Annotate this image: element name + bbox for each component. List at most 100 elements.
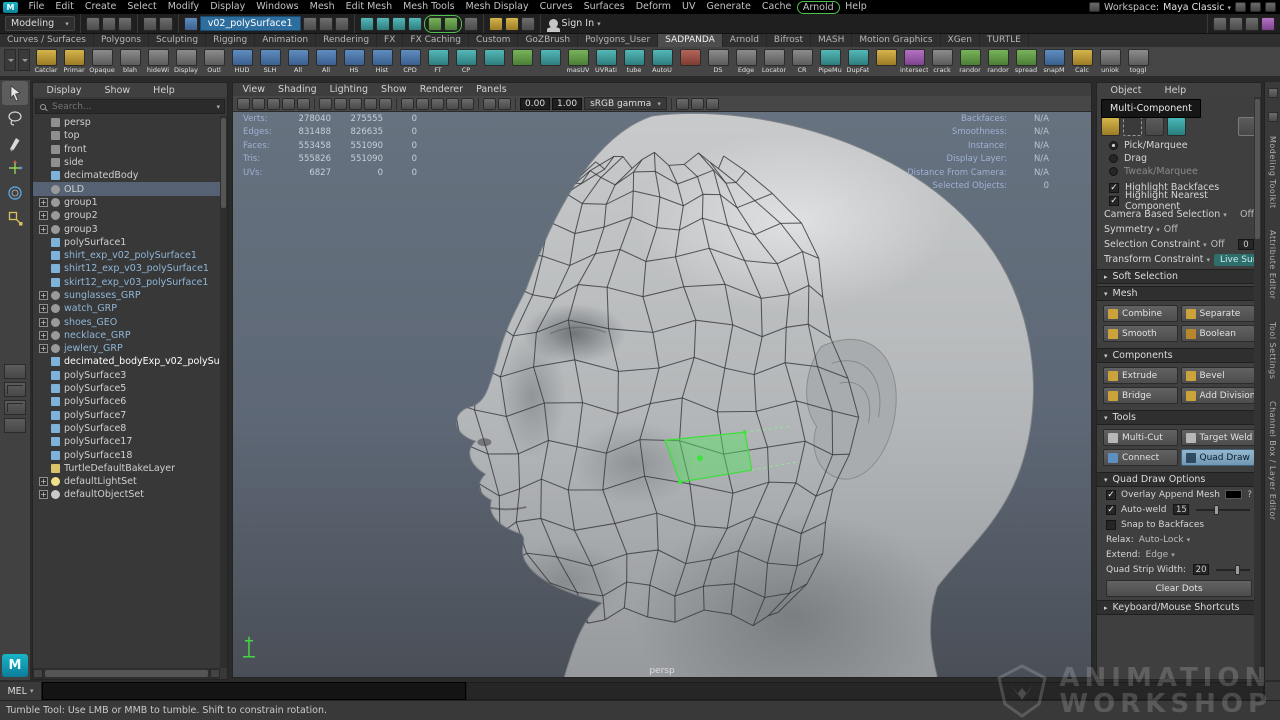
outliner-item[interactable]: polySurface7 bbox=[33, 409, 220, 422]
open-scene-icon[interactable] bbox=[102, 17, 116, 31]
expand-toggle-icon[interactable] bbox=[39, 344, 48, 353]
shelf-button[interactable]: Hist bbox=[368, 49, 396, 74]
face-mode-icon[interactable] bbox=[1145, 117, 1164, 136]
expand-toggle-icon[interactable] bbox=[39, 264, 48, 273]
sidebar-attribute-editor-icon[interactable] bbox=[1229, 17, 1243, 31]
mesh-section-header[interactable]: Mesh bbox=[1097, 286, 1261, 301]
component-tool-button[interactable]: Bevel bbox=[1181, 367, 1256, 384]
expand-toggle-icon[interactable] bbox=[39, 238, 48, 247]
shelf-button[interactable]: Calc bbox=[1068, 49, 1096, 74]
safe-title-icon[interactable] bbox=[461, 98, 474, 110]
mel-input[interactable] bbox=[42, 682, 466, 700]
select-camera-icon[interactable] bbox=[237, 98, 250, 110]
shelf-tab[interactable]: FX bbox=[377, 34, 403, 47]
snap-to-backfaces-row[interactable]: Snap to Backfaces bbox=[1097, 517, 1261, 532]
dock-tab[interactable]: Tool Settings bbox=[1268, 322, 1277, 379]
outliner-item[interactable]: top bbox=[33, 129, 220, 142]
vertex-mode-icon[interactable] bbox=[1101, 117, 1120, 136]
shelf-button[interactable]: HUD bbox=[228, 49, 256, 74]
shelf-button[interactable]: blah bbox=[116, 49, 144, 74]
shelf-button[interactable]: Edge bbox=[732, 49, 760, 74]
outliner-item[interactable]: shirt12_exp_v03_polySurface1 bbox=[33, 262, 220, 275]
outliner-menu-item[interactable]: Help bbox=[148, 85, 181, 96]
outliner-menu-item[interactable]: Show bbox=[99, 85, 136, 96]
expand-toggle-icon[interactable] bbox=[39, 397, 48, 406]
anti-aliasing-icon[interactable] bbox=[706, 98, 719, 110]
expand-toggle-icon[interactable] bbox=[39, 477, 48, 486]
construction-history-icon[interactable] bbox=[464, 17, 478, 31]
mesh-tool-button[interactable]: Smooth bbox=[1103, 325, 1178, 342]
layout-single-pane-button[interactable] bbox=[4, 364, 26, 379]
symmetry-row[interactable]: Symmetry Off bbox=[1097, 222, 1261, 237]
resolution-gate-icon[interactable] bbox=[401, 98, 414, 110]
shelf-button[interactable]: tube bbox=[620, 49, 648, 74]
live-surface-icon[interactable] bbox=[444, 17, 458, 31]
expand-toggle-icon[interactable] bbox=[39, 158, 48, 167]
workspace-select[interactable]: Maya Classic bbox=[1163, 2, 1231, 13]
outliner-item[interactable]: polySurface3 bbox=[33, 369, 220, 382]
expand-toggle-icon[interactable] bbox=[39, 490, 48, 499]
exposure-field[interactable]: 0.00 bbox=[520, 98, 550, 110]
outliner-item[interactable]: shirt_exp_v02_polySurface1 bbox=[33, 249, 220, 262]
expand-toggle-icon[interactable] bbox=[39, 131, 48, 140]
outliner-item[interactable]: group3 bbox=[33, 222, 220, 235]
menu-item[interactable]: Select bbox=[122, 1, 162, 14]
radio-option[interactable]: Pick/Marquee bbox=[1097, 139, 1261, 152]
xray-icon[interactable] bbox=[498, 98, 511, 110]
sign-in-button[interactable]: Sign In bbox=[541, 18, 609, 29]
expand-toggle-icon[interactable] bbox=[39, 424, 48, 433]
menu-item[interactable]: Mesh Display bbox=[460, 1, 534, 14]
component-tool-button[interactable]: Bridge bbox=[1103, 387, 1178, 404]
menu-item[interactable]: Windows bbox=[251, 1, 304, 14]
constraint-value-field[interactable]: 0 bbox=[1238, 239, 1254, 250]
shelf-tab[interactable]: Curves / Surfaces bbox=[0, 34, 94, 47]
shelf-button[interactable] bbox=[536, 49, 564, 74]
shelf-button[interactable]: FT bbox=[424, 49, 452, 74]
shortcuts-section-header[interactable]: Keyboard/Mouse Shortcuts bbox=[1097, 600, 1261, 615]
menu-item[interactable]: Arnold bbox=[797, 1, 840, 14]
expand-toggle-icon[interactable] bbox=[39, 304, 48, 313]
modeling-tool-button[interactable]: Connect bbox=[1103, 449, 1178, 466]
auto-weld-value-field[interactable]: 15 bbox=[1173, 504, 1189, 515]
mtk-menu-item[interactable]: Object bbox=[1105, 85, 1147, 96]
outliner-item[interactable]: persp bbox=[33, 116, 220, 129]
select-by-component-icon[interactable] bbox=[335, 17, 349, 31]
help-button[interactable]: ? bbox=[1247, 490, 1252, 500]
image-plane-icon[interactable] bbox=[297, 98, 310, 110]
shelf-button[interactable] bbox=[872, 49, 900, 74]
viewport-menu-item[interactable]: Lighting bbox=[324, 84, 373, 95]
auto-weld-row[interactable]: Auto-weld 15 bbox=[1097, 502, 1261, 517]
expand-toggle-icon[interactable] bbox=[39, 357, 48, 366]
outliner-item[interactable]: defaultLightSet bbox=[33, 475, 220, 488]
selection-mask-icon[interactable] bbox=[184, 17, 198, 31]
safe-action-icon[interactable] bbox=[446, 98, 459, 110]
viewport-menu-item[interactable]: Renderer bbox=[414, 84, 468, 95]
shelf-button[interactable]: All bbox=[312, 49, 340, 74]
lasso-tool[interactable] bbox=[2, 106, 28, 130]
render-settings-icon[interactable] bbox=[521, 17, 535, 31]
strip-width-field[interactable]: 20 bbox=[1193, 564, 1209, 575]
outliner-vertical-scrollbar[interactable] bbox=[220, 116, 227, 668]
outliner-item[interactable]: decimatedBody bbox=[33, 169, 220, 182]
viewport-menu-item[interactable]: View bbox=[237, 84, 271, 95]
menu-item[interactable]: Modify bbox=[162, 1, 204, 14]
components-section-header[interactable]: Components bbox=[1097, 348, 1261, 363]
quick-selection-field[interactable]: v02_polySurface1 bbox=[200, 16, 301, 31]
outliner-item[interactable]: polySurface18 bbox=[33, 448, 220, 461]
mesh-tool-button[interactable]: Boolean bbox=[1181, 325, 1256, 342]
shelf-tab[interactable]: Polygons_User bbox=[578, 34, 658, 47]
outliner-item[interactable]: shoes_GEO bbox=[33, 315, 220, 328]
field-chart-icon[interactable] bbox=[431, 98, 444, 110]
outliner-item[interactable]: necklace_GRP bbox=[33, 329, 220, 342]
new-scene-icon[interactable] bbox=[86, 17, 100, 31]
component-tool-button[interactable]: Extrude bbox=[1103, 367, 1178, 384]
expand-toggle-icon[interactable] bbox=[39, 464, 48, 473]
checkbox-icon[interactable] bbox=[1106, 520, 1116, 530]
mesh-tool-button[interactable]: Separate bbox=[1181, 305, 1256, 322]
shelf-tab[interactable]: TURTLE bbox=[980, 34, 1029, 47]
menu-item[interactable]: Mesh Tools bbox=[398, 1, 460, 14]
shelf-button[interactable]: masUV bbox=[564, 49, 592, 74]
view-transform-select[interactable]: sRGB gamma bbox=[584, 97, 667, 110]
gain-field[interactable]: 1.00 bbox=[552, 98, 582, 110]
layout-persp-outliner-button[interactable] bbox=[4, 400, 26, 415]
